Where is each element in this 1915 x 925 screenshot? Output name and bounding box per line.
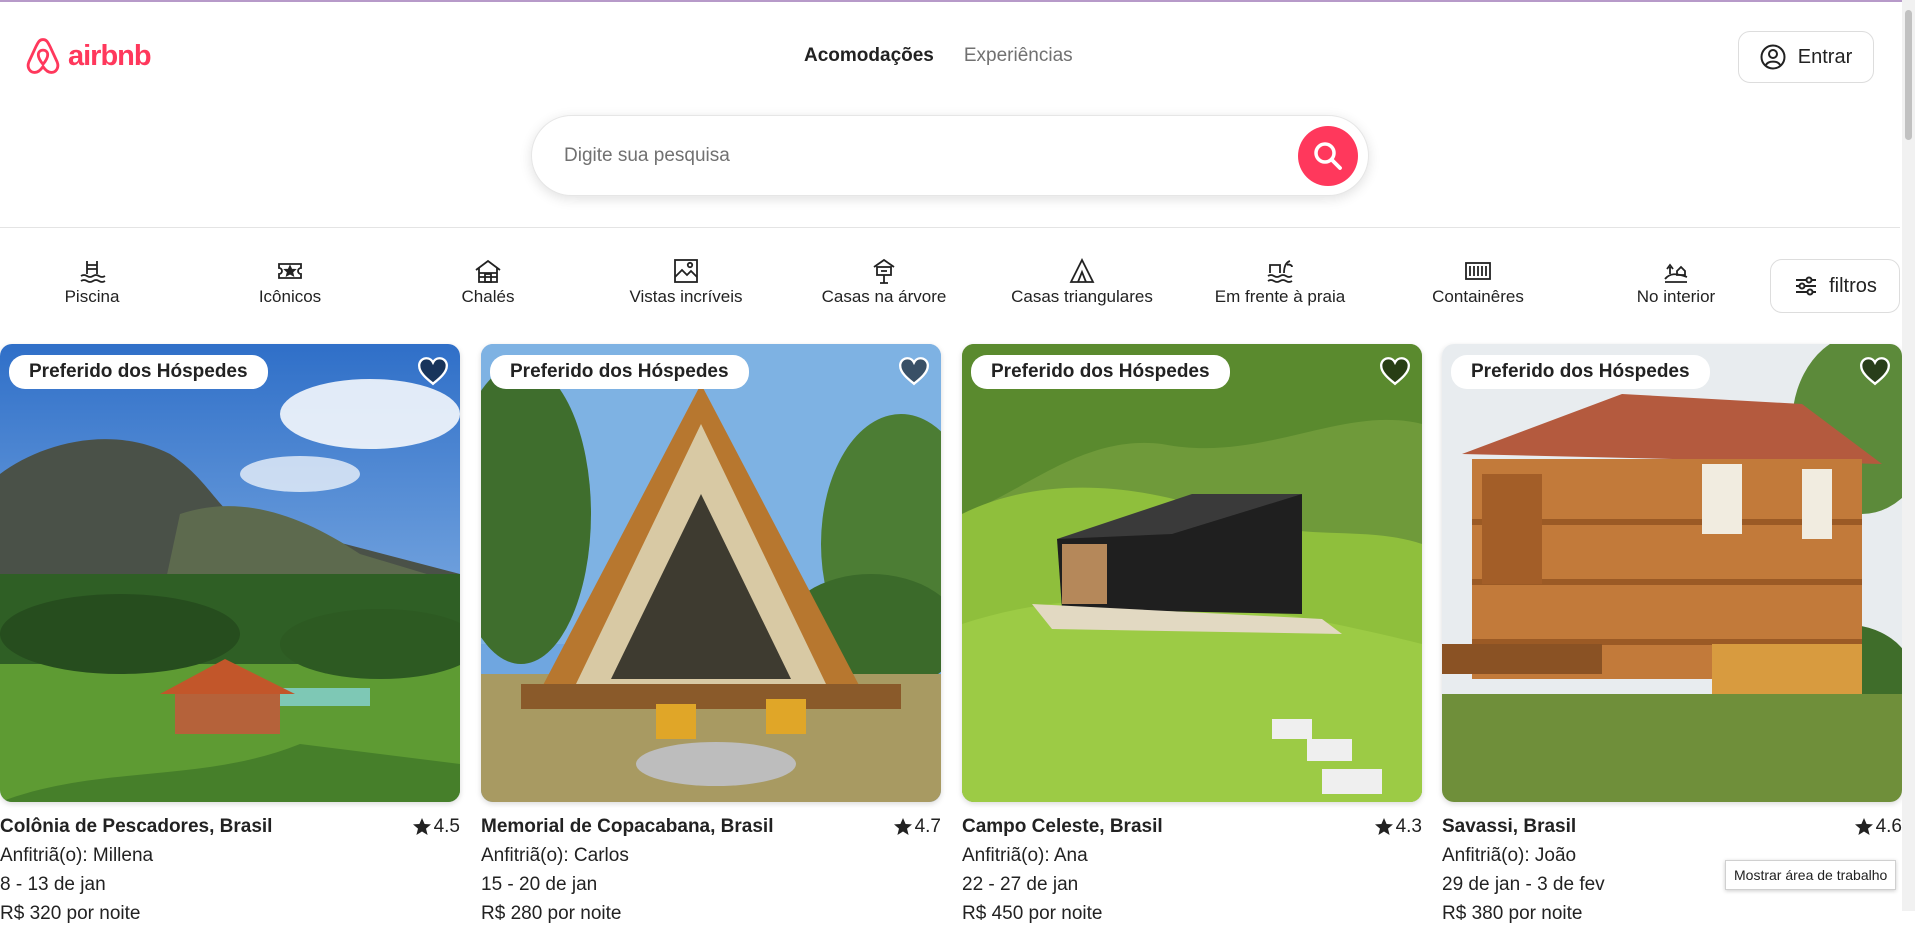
pool-icon (80, 261, 106, 283)
cabin-icon (475, 259, 501, 283)
listing-card[interactable]: Preferido dos Hóspedes Savassi, Brasil 4… (1442, 344, 1902, 925)
category-cabins[interactable]: Chalés (413, 257, 563, 307)
heart-icon[interactable] (1378, 354, 1412, 388)
filters-label: filtros (1829, 274, 1877, 297)
listing-title: Memorial de Copacabana, Brasil (481, 816, 774, 837)
category-treehouses[interactable]: Casas na árvore (809, 257, 959, 307)
star-icon (412, 818, 431, 835)
landscape-icon (674, 259, 698, 283)
listing-title-row: Campo Celeste, Brasil 4.3 (962, 816, 1422, 838)
listing-dates: 22 - 27 de jan (962, 874, 1079, 895)
heart-icon[interactable] (1858, 354, 1892, 388)
listing-card[interactable]: Preferido dos Hóspedes Colônia de Pescad… (0, 344, 460, 925)
listing-title: Campo Celeste, Brasil (962, 816, 1163, 837)
listing-photo[interactable]: Preferido dos Hóspedes (962, 344, 1422, 802)
listing-image-mountain-house (0, 344, 460, 802)
category-label: Icônicos (258, 287, 322, 306)
listing-price: R$ 450 por noite (962, 903, 1103, 924)
category-containers[interactable]: Containêres (1403, 257, 1553, 307)
listing-rating: 4.3 (1374, 816, 1422, 838)
listing-dates: 8 - 13 de jan (0, 874, 106, 895)
listing-host: Anfitriã(o): Ana (962, 845, 1088, 866)
category-iconic[interactable]: Icônicos (215, 257, 365, 307)
listing-price: R$ 380 por noite (1442, 903, 1583, 924)
listing-rating: 4.6 (1854, 816, 1902, 838)
airbnb-logo-icon (26, 38, 60, 74)
listing-rating: 4.7 (893, 816, 941, 838)
show-desktop-tooltip: Mostrar área de trabalho (1725, 860, 1897, 890)
listing-card[interactable]: Preferido dos Hóspedes Memorial de Copac… (481, 344, 941, 925)
nav-experiences[interactable]: Experiências (964, 45, 1073, 67)
rating-value: 4.3 (1395, 816, 1422, 837)
scrollbar-thumb[interactable] (1905, 10, 1912, 140)
category-label: Vistas incríveis (629, 287, 743, 306)
category-label: Casas na árvore (821, 287, 947, 306)
category-label: Em frente à praia (1214, 287, 1346, 306)
listing-card[interactable]: Preferido dos Hóspedes Campo Celeste, Br… (962, 344, 1422, 925)
listing-title-row: Memorial de Copacabana, Brasil 4.7 (481, 816, 941, 838)
login-button[interactable]: Entrar (1738, 31, 1874, 83)
category-beachfront[interactable]: Em frente à praia (1205, 257, 1355, 307)
a-frame-icon (1069, 257, 1095, 283)
guest-favorite-badge: Preferido dos Hóspedes (9, 355, 268, 389)
category-pool[interactable]: Piscina (17, 257, 167, 307)
listing-title: Colônia de Pescadores, Brasil (0, 816, 273, 837)
rating-value: 4.5 (433, 816, 460, 837)
sliders-icon (1796, 276, 1817, 296)
category-label: Piscina (64, 287, 120, 306)
listing-photo[interactable]: Preferido dos Hóspedes (1442, 344, 1902, 802)
listing-price: R$ 280 por noite (481, 903, 622, 924)
container-icon (1465, 262, 1491, 280)
listing-image-a-frame (481, 344, 941, 802)
listing-photo[interactable]: Preferido dos Hóspedes (481, 344, 941, 802)
search-input[interactable] (562, 143, 1298, 168)
search-icon (1314, 141, 1342, 170)
guest-favorite-badge: Preferido dos Hóspedes (971, 355, 1230, 389)
star-icon (893, 818, 912, 835)
search-bar (531, 115, 1369, 196)
nav-stays[interactable]: Acomodações (804, 45, 934, 67)
listing-photo[interactable]: Preferido dos Hóspedes (0, 344, 460, 802)
listing-price: R$ 320 por noite (0, 903, 141, 924)
category-countryside[interactable]: No interior (1601, 257, 1751, 307)
listing-title: Savassi, Brasil (1442, 816, 1577, 837)
listing-host: Anfitriã(o): Carlos (481, 845, 629, 866)
brand-name: airbnb (68, 39, 152, 72)
window-top-border (0, 0, 1915, 2)
filters-button[interactable]: filtros (1770, 259, 1900, 313)
category-label: Containêres (1432, 287, 1524, 306)
category-a-frames[interactable]: Casas triangulares (1007, 257, 1157, 307)
guest-favorite-badge: Preferido dos Hóspedes (490, 355, 749, 389)
main-nav: Acomodações Experiências (804, 45, 1073, 67)
heart-icon[interactable] (897, 354, 931, 388)
category-label: Chalés (461, 287, 515, 306)
listing-host: Anfitriã(o): Millena (0, 845, 154, 866)
header-divider (0, 227, 1900, 228)
listing-image-wooden-chalet (1442, 344, 1902, 802)
countryside-icon (1664, 263, 1688, 283)
category-amazing-views[interactable]: Vistas incríveis (611, 257, 761, 307)
star-icon (1854, 818, 1873, 835)
listing-dates: 15 - 20 de jan (481, 874, 598, 895)
category-label: Casas triangulares (1011, 287, 1153, 306)
listing-title-row: Colônia de Pescadores, Brasil 4.5 (0, 816, 460, 838)
ticket-star-icon (278, 263, 302, 279)
listing-rating: 4.5 (412, 816, 460, 838)
listing-image-black-cabin (962, 344, 1422, 802)
star-icon (1374, 818, 1393, 835)
rating-value: 4.7 (914, 816, 941, 837)
search-button[interactable] (1298, 125, 1358, 186)
guest-favorite-badge: Preferido dos Hóspedes (1451, 355, 1710, 389)
beach-icon (1267, 260, 1293, 283)
treehouse-icon (873, 258, 895, 284)
heart-icon[interactable] (416, 354, 450, 388)
rating-value: 4.6 (1875, 816, 1902, 837)
user-circle-icon (1760, 44, 1786, 70)
page-scrollbar[interactable] (1902, 0, 1915, 911)
listing-title-row: Savassi, Brasil 4.6 (1442, 816, 1902, 838)
login-label: Entrar (1797, 45, 1853, 68)
airbnb-logo[interactable]: airbnb (24, 36, 152, 76)
category-label: No interior (1636, 287, 1716, 306)
